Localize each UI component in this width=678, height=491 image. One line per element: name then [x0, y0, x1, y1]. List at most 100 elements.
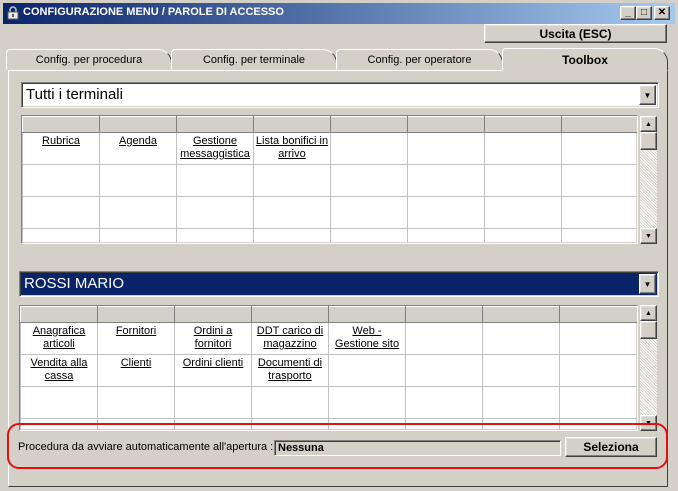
grid-cell[interactable] [253, 228, 331, 243]
grid-cell[interactable] [407, 196, 485, 229]
grid-cell[interactable] [484, 196, 562, 229]
grid-cell[interactable]: Documenti di trasporto [251, 354, 329, 387]
grid-cell[interactable]: Ordini clienti [174, 354, 252, 387]
grid-cell[interactable] [22, 196, 100, 229]
grid-cell[interactable] [407, 164, 485, 197]
grid-cell[interactable] [405, 418, 483, 430]
grid-cell[interactable] [174, 418, 252, 430]
grid-cell[interactable] [253, 164, 331, 197]
scroll-thumb[interactable] [640, 132, 657, 150]
grid-cell[interactable] [559, 322, 637, 355]
scroll-up-icon[interactable]: ▲ [640, 305, 657, 321]
grid-cell[interactable] [482, 386, 560, 419]
shortcut-link[interactable]: Rubrica [42, 135, 80, 147]
grid-cell[interactable] [330, 164, 408, 197]
grid-cell[interactable] [251, 418, 329, 430]
shortcut-link[interactable]: Anagrafica articoli [33, 325, 86, 350]
grid-cell[interactable] [484, 164, 562, 197]
select-button[interactable]: Seleziona [565, 437, 657, 457]
dropdown-arrow-icon[interactable]: ▼ [639, 274, 656, 294]
grid-cell[interactable]: Lista bonifici in arrivo [253, 132, 331, 165]
grid-cell[interactable] [405, 354, 483, 387]
minimize-button[interactable]: _ [620, 6, 636, 20]
grid-cell[interactable] [22, 164, 100, 197]
grid-cell[interactable] [484, 132, 562, 165]
exit-button[interactable]: Uscita (ESC) [484, 24, 667, 43]
grid-cell[interactable] [251, 386, 329, 419]
grid-cell[interactable] [559, 354, 637, 387]
shortcut-link[interactable]: Ordini a fornitori [194, 325, 233, 350]
grid-cell[interactable] [99, 164, 177, 197]
scroll-down-icon[interactable]: ▼ [640, 415, 657, 431]
grid-cell[interactable] [407, 132, 485, 165]
grid-cell[interactable] [328, 418, 406, 430]
grid-cell[interactable] [20, 386, 98, 419]
grid-cell[interactable] [174, 386, 252, 419]
operator-select[interactable]: ROSSI MARIO ▼ [19, 271, 659, 297]
grid-cell[interactable] [330, 132, 408, 165]
grid-cell[interactable] [176, 228, 254, 243]
grid-cell[interactable] [482, 354, 560, 387]
grid-cell[interactable] [561, 164, 637, 197]
maximize-button[interactable]: □ [636, 6, 652, 20]
grid-cell[interactable] [328, 386, 406, 419]
tab-config-operatore[interactable]: Config. per operatore [336, 49, 503, 70]
scroll-down-icon[interactable]: ▼ [640, 228, 657, 244]
tab-config-procedura[interactable]: Config. per procedura [6, 49, 172, 70]
shortcut-link[interactable]: Ordini clienti [183, 357, 244, 369]
grid-cell[interactable] [407, 228, 485, 243]
grid-cell[interactable]: Anagrafica articoli [20, 322, 98, 355]
grid-cell[interactable] [482, 418, 560, 430]
grid-cell[interactable] [405, 386, 483, 419]
grid2-scrollbar[interactable]: ▲ ▼ [640, 305, 657, 431]
dropdown-arrow-icon[interactable]: ▼ [639, 85, 656, 105]
grid-cell[interactable] [561, 196, 637, 229]
close-button[interactable]: ✕ [654, 6, 670, 20]
shortcut-link[interactable]: Clienti [121, 357, 152, 369]
grid-cell[interactable] [176, 164, 254, 197]
grid1-scrollbar[interactable]: ▲ ▼ [640, 116, 657, 244]
scroll-up-icon[interactable]: ▲ [640, 116, 657, 132]
shortcut-link[interactable]: Lista bonifici in arrivo [256, 135, 328, 160]
grid-cell[interactable]: Rubrica [22, 132, 100, 165]
grid-cell[interactable] [561, 132, 637, 165]
grid-cell[interactable] [99, 196, 177, 229]
shortcut-link[interactable]: Documenti di trasporto [258, 357, 322, 382]
grid-cell[interactable] [97, 386, 175, 419]
scroll-thumb[interactable] [640, 321, 657, 339]
shortcut-link[interactable]: Fornitori [116, 325, 156, 337]
shortcut-link[interactable]: Web - Gestione sito [335, 325, 399, 350]
grid-cell[interactable]: DDT carico di magazzino [251, 322, 329, 355]
grid-cell[interactable] [559, 418, 637, 430]
shortcut-link[interactable]: DDT carico di magazzino [257, 325, 323, 350]
grid-cell[interactable]: Fornitori [97, 322, 175, 355]
grid-cell[interactable]: Agenda [99, 132, 177, 165]
grid-cell[interactable] [22, 228, 100, 243]
shortcut-link[interactable]: Gestione messaggistica [180, 135, 250, 160]
grid-cell[interactable]: Clienti [97, 354, 175, 387]
grid-cell[interactable] [253, 196, 331, 229]
grid-cell[interactable] [559, 386, 637, 419]
grid-cell[interactable] [330, 228, 408, 243]
tab-toolbox[interactable]: Toolbox [502, 48, 668, 71]
terminal-select[interactable]: Tutti i terminali ▼ [21, 82, 659, 108]
grid-cell[interactable]: Vendita alla cassa [20, 354, 98, 387]
operator-shortcuts-grid: Anagrafica articoli Fornitori Ordini a for… [19, 305, 638, 431]
grid-cell[interactable] [405, 322, 483, 355]
grid-cell[interactable] [97, 418, 175, 430]
grid-cell[interactable] [330, 196, 408, 229]
shortcut-link[interactable]: Agenda [119, 135, 157, 147]
grid-cell[interactable]: Web - Gestione sito [328, 322, 406, 355]
grid-cell[interactable] [328, 354, 406, 387]
shortcut-link[interactable]: Vendita alla cassa [31, 357, 88, 382]
auto-start-field: Nessuna [274, 440, 561, 456]
grid-cell[interactable] [482, 322, 560, 355]
grid-cell[interactable] [561, 228, 637, 243]
grid-cell[interactable]: Gestione messaggistica [176, 132, 254, 165]
grid-cell[interactable] [484, 228, 562, 243]
grid-cell[interactable]: Ordini a fornitori [174, 322, 252, 355]
grid-cell[interactable] [99, 228, 177, 243]
grid-cell[interactable] [176, 196, 254, 229]
tab-config-terminale[interactable]: Config. per terminale [171, 49, 337, 70]
grid-cell[interactable] [20, 418, 98, 430]
